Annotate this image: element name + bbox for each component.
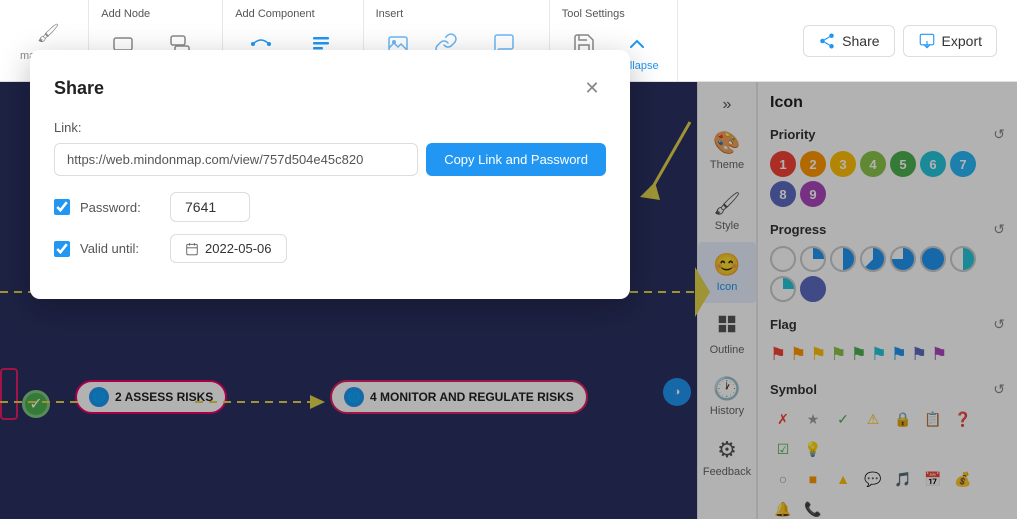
password-value: 7641 [170,192,250,222]
format-painter-icon: 🖌 [34,20,62,48]
valid-until-label: Valid until: [80,241,160,256]
group-label-tool-settings: Tool Settings [562,8,625,20]
group-label-add-node: Add Node [101,8,150,20]
valid-until-value: 2022-05-06 [170,234,287,263]
link-input[interactable] [54,143,418,176]
export-button[interactable]: Export [903,25,997,57]
link-label: Link: [54,120,606,135]
password-label: Password: [80,200,160,215]
valid-until-row: Valid until: 2022-05-06 [54,234,606,263]
share-dialog: Share ✕ Link: Copy Link and Password Pas… [30,50,630,299]
export-label: Export [942,33,982,49]
toolbar-right: Share Export [803,25,1009,57]
calendar-icon [185,242,199,256]
share-button[interactable]: Share [803,25,894,57]
copy-link-button[interactable]: Copy Link and Password [426,143,606,176]
dialog-title: Share [54,78,104,99]
valid-until-checkbox[interactable] [54,241,70,257]
dialog-header: Share ✕ [54,74,606,102]
date-text: 2022-05-06 [205,241,272,256]
password-checkbox[interactable] [54,199,70,215]
dialog-close-button[interactable]: ✕ [578,74,606,102]
password-row: Password: 7641 [54,192,606,222]
group-label-add-component: Add Component [235,8,315,20]
link-row: Copy Link and Password [54,143,606,176]
share-label: Share [842,33,879,49]
group-label-insert: Insert [376,8,404,20]
